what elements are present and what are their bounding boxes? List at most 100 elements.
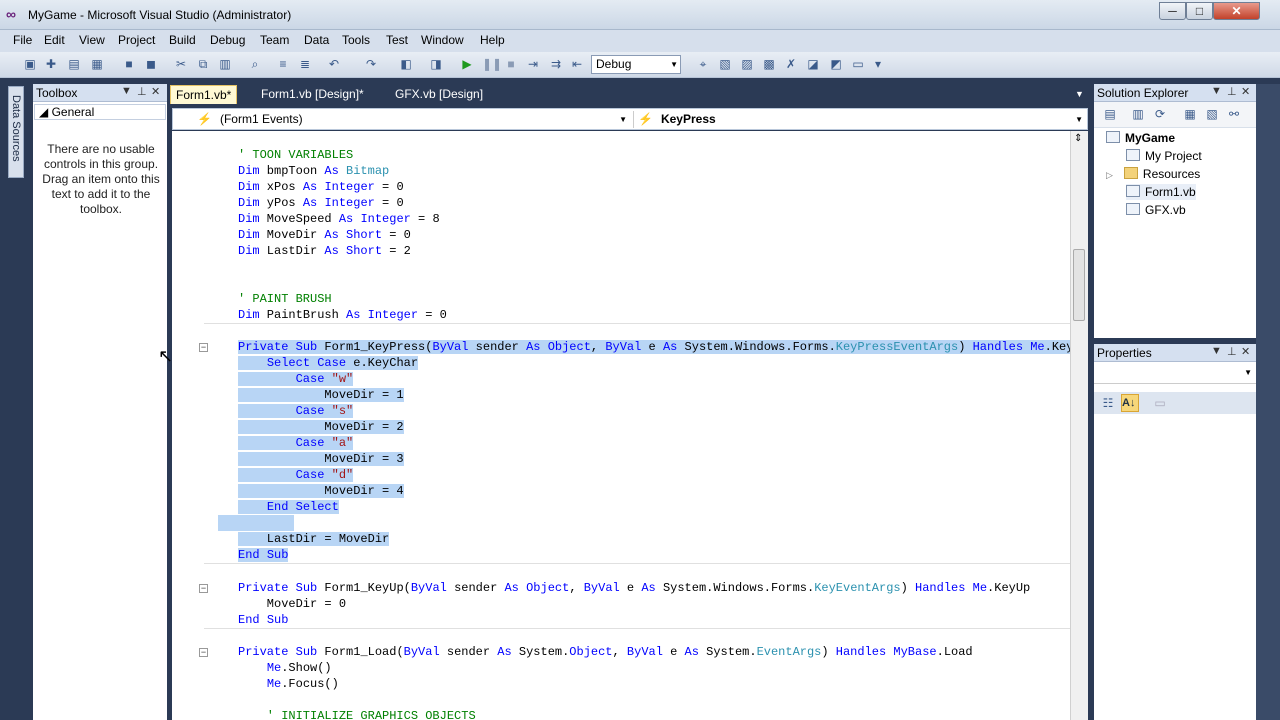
toolbox-group-general[interactable]: ◢ General	[34, 104, 166, 120]
close-button[interactable]: ✕	[1213, 2, 1260, 20]
maximize-button[interactable]: □	[1186, 2, 1213, 20]
tree-item-resources[interactable]: ▷ Resources	[1106, 166, 1200, 183]
window-position-icon[interactable]: ▼	[121, 85, 132, 97]
property-pages-icon[interactable]: ▭	[1152, 395, 1168, 411]
undo-icon[interactable]: ↶	[326, 56, 342, 72]
data-sources-tab[interactable]: Data Sources	[8, 86, 24, 178]
save-all-icon[interactable]: ◼	[143, 56, 159, 72]
tree-item-form1[interactable]: Form1.vb	[1126, 184, 1196, 200]
step-into-icon[interactable]: ⇥	[525, 56, 541, 72]
object-browser-icon[interactable]: ▩	[761, 56, 777, 72]
start-debugging-icon[interactable]: ▶	[459, 56, 475, 72]
code-line[interactable]: ' PAINT BRUSH	[238, 291, 332, 307]
code-line[interactable]: Me.Focus()	[238, 676, 339, 692]
collapse-icon[interactable]: −	[199, 343, 208, 352]
code-line[interactable]: Case "s"	[238, 403, 354, 419]
code-line[interactable]: End Sub	[238, 612, 288, 628]
new-project-icon[interactable]: ▣	[22, 56, 38, 72]
menu-build[interactable]: Build	[169, 33, 196, 47]
properties-icon[interactable]: ▤	[1102, 106, 1118, 122]
navigate-forward-icon[interactable]: ◨	[428, 56, 444, 72]
code-line[interactable]: Private Sub Form1_KeyPress(ByVal sender …	[238, 339, 1070, 355]
split-icon[interactable]: ⇕	[1074, 133, 1082, 144]
window-position-icon[interactable]: ▼	[1211, 345, 1222, 357]
close-icon[interactable]: ✕	[1241, 345, 1250, 358]
code-line[interactable]: MoveDir = 3	[238, 451, 404, 467]
method-name-dropdown[interactable]: ⚡ KeyPress ▼	[633, 111, 1085, 128]
collapse-icon[interactable]: −	[199, 584, 208, 593]
tree-item-gfx[interactable]: GFX.vb	[1126, 202, 1186, 218]
code-line[interactable]: MoveDir = 2	[238, 419, 404, 435]
expand-arrow-icon[interactable]: ▷	[1106, 170, 1113, 180]
code-line[interactable]: Me.Show()	[238, 660, 332, 676]
tab-form1-vb[interactable]: Form1.vb*	[170, 85, 238, 104]
code-line[interactable]: Case "w"	[238, 371, 354, 387]
menu-help[interactable]: Help	[480, 33, 505, 47]
menu-team[interactable]: Team	[260, 33, 289, 47]
step-out-icon[interactable]: ⇤	[569, 56, 585, 72]
editor-vertical-scrollbar[interactable]: ⇕	[1070, 131, 1088, 720]
tab-dropdown-icon[interactable]: ▼	[1070, 85, 1089, 104]
add-item-icon[interactable]: ✚	[43, 56, 59, 72]
close-icon[interactable]: ✕	[151, 85, 160, 98]
code-line[interactable]: MoveDir = 1	[238, 387, 404, 403]
menu-view[interactable]: View	[79, 33, 105, 47]
code-line[interactable]: Private Sub Form1_Load(ByVal sender As S…	[238, 644, 973, 660]
menu-debug[interactable]: Debug	[210, 33, 245, 47]
toolbar-options-icon[interactable]: ▾	[870, 56, 886, 72]
tab-form1-design[interactable]: Form1.vb [Design]*	[256, 85, 369, 104]
open-file-icon[interactable]: ▤	[66, 56, 82, 72]
pin-icon[interactable]: ⊥	[137, 85, 147, 98]
alphabetical-icon[interactable]: A↓	[1121, 394, 1139, 412]
step-over-icon[interactable]: ⇉	[548, 56, 564, 72]
navigate-backward-icon[interactable]: ◧	[398, 56, 414, 72]
menu-project[interactable]: Project	[118, 33, 155, 47]
class-name-dropdown[interactable]: ⚡ (Form1 Events) ▼	[177, 111, 629, 128]
uncomment-icon[interactable]: ≣	[297, 56, 313, 72]
menu-file[interactable]: File	[13, 33, 32, 47]
object-select[interactable]: ▼	[1094, 364, 1256, 384]
code-line[interactable]: End Sub	[238, 547, 289, 563]
code-line[interactable]: End Select	[238, 499, 339, 515]
view-code-icon[interactable]: ▦	[1182, 106, 1198, 122]
tab-gfx-design[interactable]: GFX.vb [Design]	[390, 85, 488, 104]
class-diagram-icon[interactable]: ⚯	[1226, 106, 1242, 122]
menu-edit[interactable]: Edit	[44, 33, 65, 47]
redo-icon[interactable]: ↷	[363, 56, 379, 72]
pin-icon[interactable]: ⊥	[1227, 345, 1237, 358]
scroll-thumb[interactable]	[1073, 249, 1085, 321]
menu-data[interactable]: Data	[304, 33, 329, 47]
tree-item-project[interactable]: MyGame	[1106, 130, 1175, 146]
view-designer-icon[interactable]: ▧	[1204, 106, 1220, 122]
code-line[interactable]: Dim PaintBrush As Integer = 0	[238, 307, 447, 323]
cut-icon[interactable]: ✂	[173, 56, 189, 72]
pause-icon[interactable]: ❚❚	[482, 56, 502, 72]
show-all-files-icon[interactable]: ▥	[1130, 106, 1146, 122]
other-windows-icon[interactable]: ▭	[850, 56, 866, 72]
code-line[interactable]: Select Case e.KeyChar	[238, 355, 419, 371]
code-line[interactable]: Dim bmpToon As Bitmap	[238, 163, 389, 179]
find-icon[interactable]: ⌕	[247, 56, 263, 72]
menu-test[interactable]: Test	[386, 33, 408, 47]
properties-window-icon[interactable]: ▨	[739, 56, 755, 72]
menu-tools[interactable]: Tools	[342, 33, 370, 47]
pin-icon[interactable]: ⊥	[1227, 85, 1237, 98]
code-line[interactable]: ' INITIALIZE GRAPHICS OBJECTS	[238, 708, 476, 720]
comment-icon[interactable]: ≡	[275, 56, 291, 72]
code-line[interactable]: Dim MoveDir As Short = 0	[238, 227, 411, 243]
start-page-icon[interactable]: ◩	[828, 56, 844, 72]
save-icon[interactable]: ■	[121, 56, 137, 72]
toolbox-icon[interactable]: ✗	[783, 56, 799, 72]
close-icon[interactable]: ✕	[1241, 85, 1250, 98]
code-line[interactable]: MoveDir = 4	[238, 483, 404, 499]
code-editor[interactable]: ' TOON VARIABLES Dim bmpToon As Bitmap Dim…	[172, 131, 1070, 720]
refresh-icon[interactable]: ⟳	[1152, 106, 1168, 122]
categorized-icon[interactable]: ☷	[1100, 395, 1116, 411]
paste-icon[interactable]: ▥	[217, 56, 233, 72]
code-line[interactable]: LastDir = MoveDir	[238, 531, 390, 547]
tree-item-my-project[interactable]: My Project	[1126, 148, 1202, 164]
solution-configuration-select[interactable]: Debug ▼	[591, 55, 681, 74]
code-line[interactable]: ' TOON VARIABLES	[238, 147, 353, 163]
minimize-button[interactable]: ─	[1159, 2, 1186, 20]
add-item-dropdown-icon[interactable]: ▦	[89, 56, 105, 72]
